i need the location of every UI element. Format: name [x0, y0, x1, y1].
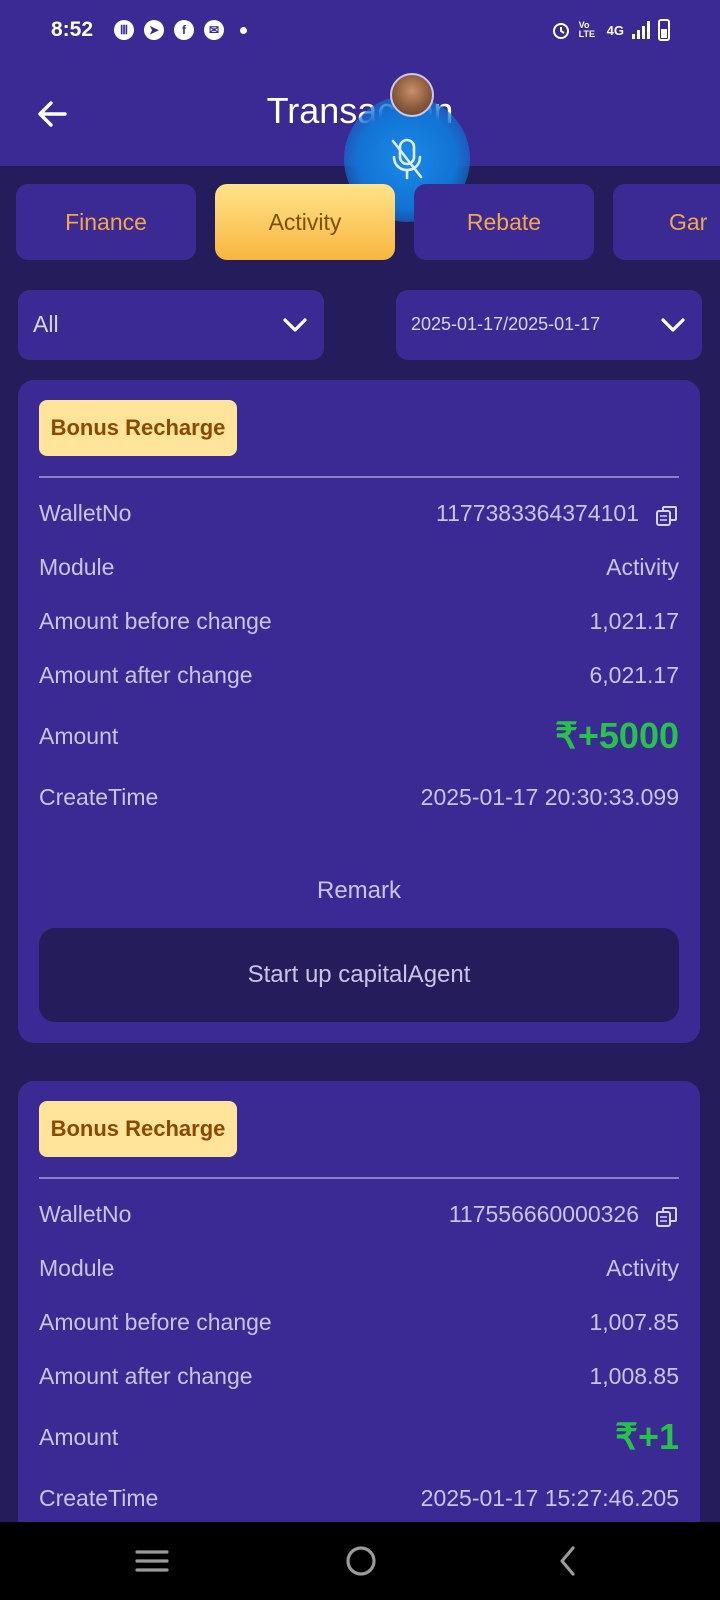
- volte-label: Vo LTE: [578, 20, 595, 39]
- create-time-row: CreateTime 2025-01-17 20:30:33.099: [39, 784, 679, 818]
- alarm-icon: [552, 23, 569, 39]
- tab-activity[interactable]: Activity: [215, 184, 395, 260]
- messenger-icon: ✉: [204, 20, 224, 40]
- wallet-no-value: 1177383364374101: [436, 500, 639, 526]
- create-time-value: 2025-01-17 15:27:46.205: [420, 1485, 679, 1511]
- amount-after-row: Amount after change 6,021.17: [39, 662, 679, 696]
- wallet-no-row: WalletNo 1177383364374101: [39, 500, 679, 534]
- avatar[interactable]: [390, 73, 434, 117]
- notification-icons: Ⅲ ➤ f ✉: [114, 20, 247, 40]
- create-time-label: CreateTime: [39, 784, 159, 810]
- type-filter-value: All: [33, 311, 59, 337]
- amount-before-row: Amount before change 1,007.85: [39, 1309, 679, 1343]
- module-row: Module Activity: [39, 1255, 679, 1289]
- telegram-icon: ➤: [144, 20, 164, 40]
- amount-before-label: Amount before change: [39, 1309, 272, 1335]
- date-filter-value: 2025-01-17/2025-01-17: [411, 314, 601, 334]
- status-bar: 8:52 Ⅲ ➤ f ✉ Vo LTE 4G: [0, 0, 720, 64]
- create-time-value: 2025-01-17 20:30:33.099: [420, 784, 679, 810]
- back-nav-button[interactable]: [543, 1536, 593, 1586]
- module-label: Module: [39, 1255, 115, 1281]
- chevron-left-icon: [560, 1546, 575, 1576]
- amount-before-value: 1,021.17: [589, 608, 679, 634]
- amount-row: Amount ₹+1: [39, 1416, 679, 1458]
- app-notification-icon: Ⅲ: [114, 20, 134, 40]
- network-label: 4G: [606, 22, 624, 38]
- system-status-icons: Vo LTE 4G: [551, 19, 670, 41]
- divider: [39, 1177, 679, 1179]
- copy-icon[interactable]: [655, 1205, 679, 1229]
- amount-after-value: 6,021.17: [589, 662, 679, 688]
- category-tabs: Finance Activity Rebate Gar: [16, 184, 720, 260]
- transaction-type-badge: Bonus Recharge: [39, 400, 237, 456]
- create-time-label: CreateTime: [39, 1485, 159, 1511]
- copy-icon[interactable]: [655, 504, 679, 528]
- remark-box: Start up capitalAgent: [39, 928, 679, 1022]
- signal-icon: [632, 21, 650, 39]
- more-notifications-icon: [240, 26, 247, 34]
- tab-finance[interactable]: Finance: [16, 184, 196, 260]
- date-filter-dropdown[interactable]: 2025-01-17/2025-01-17: [396, 290, 702, 360]
- wallet-no-label: WalletNo: [39, 500, 132, 526]
- transaction-card: Bonus Recharge WalletNo 117556660000326 …: [18, 1081, 700, 1541]
- chevron-down-icon: [661, 318, 685, 332]
- amount-value: ₹+1: [615, 1416, 679, 1457]
- amount-value: ₹+5000: [554, 715, 679, 756]
- menu-lines-icon: [135, 1550, 169, 1572]
- create-time-row: CreateTime 2025-01-17 15:27:46.205: [39, 1485, 679, 1519]
- transaction-type-badge: Bonus Recharge: [39, 1101, 237, 1157]
- wallet-no-label: WalletNo: [39, 1201, 132, 1227]
- module-value: Activity: [606, 554, 679, 580]
- tab-game[interactable]: Gar: [613, 184, 720, 260]
- amount-label: Amount: [39, 723, 119, 749]
- module-label: Module: [39, 554, 115, 580]
- amount-after-label: Amount after change: [39, 662, 253, 688]
- type-filter-dropdown[interactable]: All: [18, 290, 324, 360]
- mic-off-icon: [391, 138, 423, 180]
- remark-title: Remark: [316, 877, 401, 904]
- module-value: Activity: [606, 1255, 679, 1281]
- facebook-icon: f: [174, 20, 194, 40]
- wallet-no-value: 117556660000326: [448, 1201, 639, 1227]
- tab-rebate[interactable]: Rebate: [414, 184, 594, 260]
- amount-label: Amount: [39, 1424, 119, 1450]
- recents-button[interactable]: [127, 1536, 177, 1586]
- amount-before-row: Amount before change 1,021.17: [39, 608, 679, 642]
- amount-before-value: 1,007.85: [589, 1309, 679, 1335]
- home-button[interactable]: [336, 1536, 386, 1586]
- divider: [39, 476, 679, 478]
- amount-row: Amount ₹+5000: [39, 715, 679, 757]
- system-nav-bar: [0, 1522, 720, 1600]
- amount-before-label: Amount before change: [39, 608, 272, 634]
- wallet-no-row: WalletNo 117556660000326: [39, 1201, 679, 1235]
- battery-icon: [658, 19, 670, 41]
- amount-after-row: Amount after change 1,008.85: [39, 1363, 679, 1397]
- status-time: 8:52: [51, 18, 94, 41]
- transaction-card: Bonus Recharge WalletNo 1177383364374101…: [18, 380, 700, 1043]
- amount-after-label: Amount after change: [39, 1363, 253, 1389]
- circle-home-icon: [346, 1546, 376, 1576]
- module-row: Module Activity: [39, 554, 679, 588]
- amount-after-value: 1,008.85: [589, 1363, 679, 1389]
- chevron-down-icon: [283, 318, 307, 332]
